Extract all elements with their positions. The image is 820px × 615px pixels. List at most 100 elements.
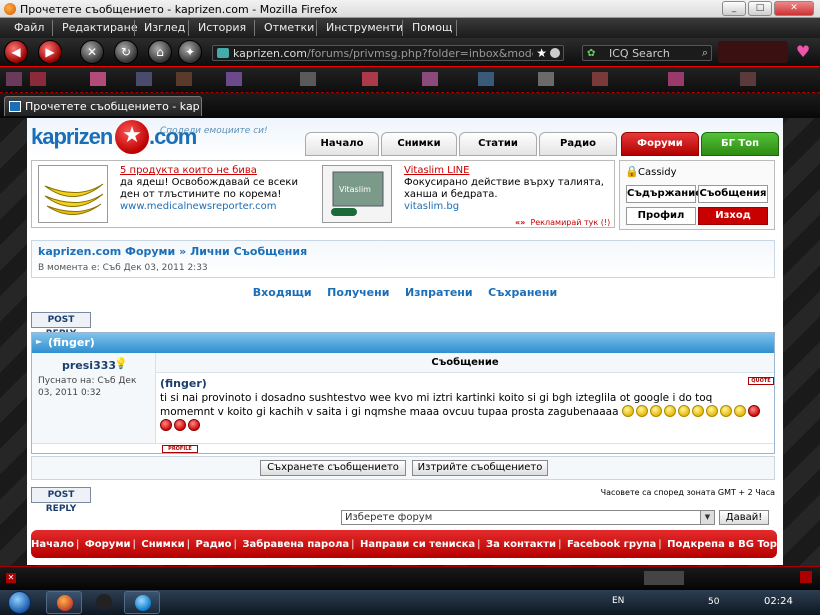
addon-icon[interactable]: ✦ [178, 40, 202, 64]
column-header-message: Съобщение [156, 353, 774, 373]
menu-edit[interactable]: Редактиране [62, 21, 138, 34]
ad-2-title[interactable]: Vitaslim LINE [404, 165, 469, 176]
advertise-link[interactable]: «» Рекламирай тук (!) [515, 218, 610, 227]
language-indicator[interactable]: EN [612, 596, 624, 606]
url-bar[interactable]: kaprizen.com/forums/privmsg.php?folder=i… [212, 45, 564, 61]
footer-forums[interactable]: Форуми [85, 539, 131, 550]
tab-active[interactable]: Прочетете съобщението - kaprizen.com [4, 96, 202, 116]
menu-view[interactable]: Изглед [144, 21, 185, 34]
breadcrumb-home[interactable]: kaprizen.com Форуми [38, 245, 175, 258]
menu-bar: Файл Редактиране Изглед История Отметки … [0, 18, 820, 38]
timezone-info: Часовете са според зоната GMT + 2 Часа [600, 488, 775, 497]
bookmarks-toolbar [0, 66, 820, 92]
menu-history[interactable]: История [198, 21, 246, 34]
smiley-icon [719, 405, 732, 417]
clock[interactable]: 02:24 [764, 596, 793, 607]
page: kaprizen ★ .com Сподели емоциите си! Нач… [27, 118, 783, 565]
smiley-icon [677, 405, 690, 417]
home-icon[interactable]: ⌂ [148, 40, 172, 64]
close-findbar-icon[interactable]: ✕ [6, 573, 16, 583]
footer-facebook[interactable]: Facebook група [567, 539, 656, 550]
nav-home[interactable]: Начало [305, 132, 379, 156]
toolbar-addon[interactable] [718, 41, 788, 63]
user-contents-button[interactable]: Съдържание [626, 185, 702, 203]
logout-button[interactable]: Изход [698, 207, 768, 225]
footer-contacts[interactable]: За контакти [486, 539, 556, 550]
folder-sent[interactable]: Изпратени [405, 286, 473, 299]
current-time: В момента е: Съб Дек 03, 2011 2:33 [38, 263, 208, 273]
status-icon[interactable] [800, 571, 812, 583]
site-header: kaprizen ★ .com Сподели емоциите си! Нач… [27, 118, 783, 158]
url-text[interactable]: kaprizen.com/forums/privmsg.php?folder=i… [233, 47, 533, 60]
profile-button[interactable]: PROFILE [162, 445, 198, 453]
quote-button[interactable]: QUOTE [748, 377, 774, 385]
svg-text:Vitaslim: Vitaslim [339, 185, 371, 194]
chevron-down-icon[interactable]: ▼ [700, 511, 714, 524]
user-profile-button[interactable]: Профил [626, 207, 696, 225]
search-icon[interactable]: ⌕ [702, 46, 708, 60]
window-titlebar: Прочетете съобщението - kaprizen.com - M… [0, 0, 820, 18]
delete-message-button[interactable]: Изтрийте съобщението [412, 460, 548, 476]
menu-tools[interactable]: Инструменти [326, 21, 403, 34]
menu-bookmarks[interactable]: Отметки [264, 21, 314, 34]
heart-icon[interactable]: ♥ [792, 41, 814, 63]
author-name[interactable]: presi333 [62, 359, 116, 372]
nav-photos[interactable]: Снимки [381, 132, 457, 156]
breadcrumb-current[interactable]: Лични Съобщения [190, 245, 307, 258]
forward-icon[interactable]: ▶ [38, 40, 62, 64]
footer-forgot-password[interactable]: Забравена парола [242, 539, 349, 550]
footer-photos[interactable]: Снимки [141, 539, 184, 550]
username[interactable]: Cassidy [638, 167, 677, 178]
ad-1-desc: да ядеш! Освобождавай се всеки ден от тл… [120, 177, 298, 200]
close-button[interactable]: ✕ [774, 1, 814, 16]
folder-inbox[interactable]: Входящи [253, 286, 312, 299]
smiley-icon [174, 419, 186, 431]
ad-image-bananas[interactable] [38, 165, 108, 223]
nav-bgtop[interactable]: БГ Топ [701, 132, 779, 156]
post-reply-button-top[interactable]: POST REPLY [31, 312, 91, 339]
ad-image-vitaslim[interactable]: Vitaslim [322, 165, 392, 223]
menu-help[interactable]: Помощ [412, 21, 452, 34]
breadcrumb: kaprizen.com Форуми » Лични Съобщения [38, 245, 308, 258]
footer-bgtop[interactable]: Подкрепа в BG Top [667, 539, 777, 550]
site-favicon [217, 48, 229, 58]
ad-1-link[interactable]: www.medicalnewsreporter.com [120, 201, 277, 212]
reload-icon[interactable]: ↻ [114, 40, 138, 64]
taskbar-app-2[interactable] [86, 591, 122, 614]
post-reply-button-bottom[interactable]: POST REPLY [31, 487, 91, 514]
taskbar-skype[interactable] [124, 591, 160, 614]
message-body: ti si nai provinoto i dosadno sushtestvo… [160, 391, 762, 433]
forum-select[interactable]: Изберете форум ▼ [341, 510, 715, 525]
nav-forums[interactable]: Форуми [621, 132, 699, 156]
minimize-button[interactable]: _ [722, 1, 746, 16]
ad-2-link[interactable]: vitaslim.bg [404, 201, 459, 212]
footer-radio[interactable]: Радио [196, 539, 232, 550]
footer-tshirt[interactable]: Направи си тениска [360, 539, 475, 550]
feed-icon[interactable] [550, 48, 560, 58]
arrow-icon: ► [36, 337, 43, 346]
bookmark-star-icon[interactable]: ★ [536, 46, 547, 60]
footer-home[interactable]: Начало [31, 539, 74, 550]
taskbar-firefox[interactable] [46, 591, 82, 614]
stop-icon[interactable]: ✕ [80, 40, 104, 64]
user-messages-button[interactable]: Съобщения [698, 185, 768, 203]
nav-radio[interactable]: Радио [539, 132, 617, 156]
firefox-icon [4, 3, 16, 15]
save-message-button[interactable]: Съхранете съобщението [260, 460, 406, 476]
ad-1-title[interactable]: 5 продукта които не бива [120, 165, 257, 176]
search-bar[interactable]: ✿ ICQ Search ⌕ [582, 45, 712, 61]
tab-label: Прочетете съобщението - kaprizen.com [25, 100, 200, 113]
tab-favicon [9, 101, 21, 112]
menu-file[interactable]: Файл [14, 21, 44, 34]
status-addon [644, 571, 684, 585]
back-icon[interactable]: ◀ [4, 40, 28, 64]
breadcrumb-box: kaprizen.com Форуми » Лични Съобщения В … [31, 240, 775, 278]
maximize-button[interactable]: □ [748, 1, 772, 16]
go-button[interactable]: Давай! [719, 510, 769, 525]
smiley-icon [160, 419, 172, 431]
folder-received[interactable]: Получени [327, 286, 389, 299]
nav-articles[interactable]: Статии [459, 132, 537, 156]
search-placeholder[interactable]: ICQ Search [609, 47, 670, 60]
start-button[interactable] [2, 590, 42, 615]
folder-saved[interactable]: Съхранени [488, 286, 557, 299]
